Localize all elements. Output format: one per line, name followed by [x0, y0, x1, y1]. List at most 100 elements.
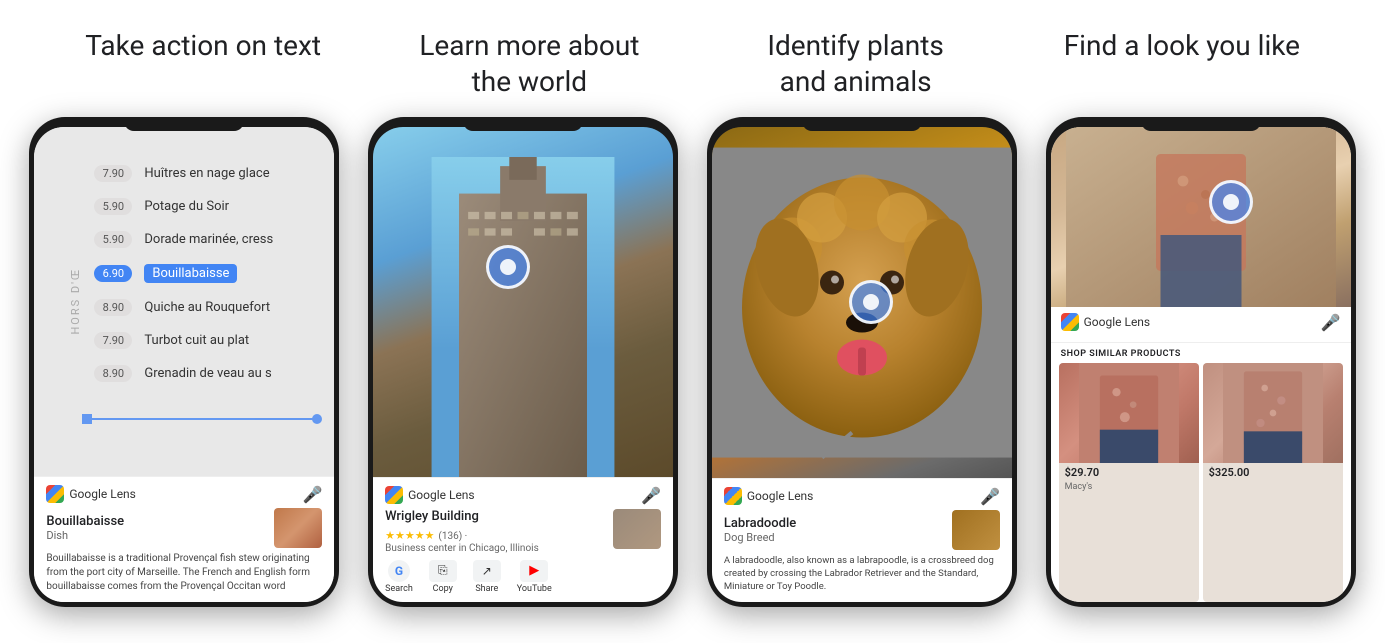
phone1-description: Bouillabaisse is a traditional Provençal…	[46, 552, 322, 594]
scan-circle-inner-4	[1223, 194, 1239, 210]
fashion-item-2-img	[1203, 363, 1343, 463]
wrigley-result: Wrigley Building ★★★★★ (136) · Business …	[385, 509, 661, 554]
phone3-dog-image	[712, 127, 1012, 478]
phone2-scan-circle	[486, 245, 530, 289]
phone3-result-img	[952, 510, 1000, 550]
phone3-scan-circle	[849, 280, 893, 324]
menu-item-7: 8.90 Grenadin de veau au s	[94, 357, 314, 390]
phone1-screen: Hors D'œ 7.90 Huîtres en nage glace 5.90…	[34, 127, 334, 602]
phone3-result-info: Labradoodle Dog Breed	[724, 516, 796, 544]
action-btn-youtube[interactable]: ▶ YouTube	[517, 560, 552, 594]
phone2-lens-bar-top: Google Lens 🎤	[385, 486, 661, 505]
selection-dot-l	[82, 414, 92, 424]
mic-icon-2[interactable]: 🎤	[641, 486, 661, 505]
fashion-item-2-svg	[1203, 363, 1343, 463]
wrigley-name: Wrigley Building	[385, 509, 605, 524]
action-btn-copy[interactable]: ⎘ Copy	[429, 560, 457, 594]
phone3-result-title: Labradoodle	[724, 516, 796, 531]
wrigley-img	[613, 509, 661, 549]
phone1-result-row: Bouillabaisse Dish	[46, 508, 322, 548]
wrigley-stars: ★★★★★	[385, 529, 434, 542]
phone4-screen: Google Lens 🎤 SHOP SIMILAR PRODUCTS	[1051, 127, 1351, 602]
wrigley-info: Wrigley Building ★★★★★ (136) · Business …	[385, 509, 605, 554]
phone3-container: Google Lens 🎤 Labradoodle Dog Breed A la…	[707, 117, 1017, 607]
wrigley-rating-count: (136) ·	[438, 531, 467, 542]
phone1-title: Take action on text	[48, 28, 358, 101]
phone3-result-sub: Dog Breed	[724, 531, 796, 544]
phone4-frame: Google Lens 🎤 SHOP SIMILAR PRODUCTS	[1046, 117, 1356, 607]
phone3-screen: Google Lens 🎤 Labradoodle Dog Breed A la…	[712, 127, 1012, 602]
google-lens-logo-1: Google Lens	[46, 485, 136, 503]
phone1-frame: Hors D'œ 7.90 Huîtres en nage glace 5.90…	[29, 117, 339, 607]
phone3-lens-bar: Google Lens 🎤 Labradoodle Dog Breed A la…	[712, 478, 1012, 602]
menu-item-6: 7.90 Turbot cuit au plat	[94, 324, 314, 357]
google-g-icon: G	[388, 560, 410, 582]
phone1-lens-bar: Google Lens 🎤 Bouillabaisse Dish Bouilla…	[34, 476, 334, 602]
mic-icon-1[interactable]: 🎤	[302, 485, 322, 504]
phone2-frame: Google Lens 🎤 Wrigley Building ★★★★★ (13…	[368, 117, 678, 607]
action-btn-share[interactable]: ↗ Share	[473, 560, 501, 594]
mic-icon-4[interactable]: 🎤	[1321, 313, 1341, 332]
action-buttons: G Search ⎘ Copy ↗ Share ▶	[385, 560, 661, 594]
fashion-top-svg	[1051, 127, 1351, 307]
phone4-container: Google Lens 🎤 SHOP SIMILAR PRODUCTS	[1046, 117, 1356, 607]
selection-dot-r	[312, 414, 322, 424]
lens-icon-4	[1061, 313, 1079, 331]
fashion-item-1-price: $29.70	[1059, 463, 1199, 482]
phone3-frame: Google Lens 🎤 Labradoodle Dog Breed A la…	[707, 117, 1017, 607]
menu-item-1: 7.90 Huîtres en nage glace	[94, 157, 314, 190]
phone1-result-sub: Dish	[46, 529, 124, 542]
fashion-item-2[interactable]: $325.00	[1203, 363, 1343, 602]
lens-icon-1	[46, 485, 64, 503]
building-silhouette	[423, 157, 623, 477]
google-lens-logo-4: Google Lens	[1061, 313, 1151, 331]
phone4-scan-circle	[1209, 180, 1253, 224]
wrigley-stars-row: ★★★★★ (136) ·	[385, 524, 605, 543]
phone2-screen: Google Lens 🎤 Wrigley Building ★★★★★ (13…	[373, 127, 673, 602]
google-lens-logo-2: Google Lens	[385, 486, 475, 504]
youtube-icon: ▶	[520, 560, 548, 582]
shop-similar-label: SHOP SIMILAR PRODUCTS	[1051, 343, 1351, 363]
phone3-result-row: Labradoodle Dog Breed	[724, 510, 1000, 550]
scan-circle-inner-3	[863, 294, 879, 310]
phone3-description: A labradoodle, also known as a labrapood…	[724, 554, 1000, 594]
menu-item-2: 5.90 Potage du Soir	[94, 190, 314, 223]
phone2-container: Google Lens 🎤 Wrigley Building ★★★★★ (13…	[368, 117, 678, 607]
phone1-result-title: Bouillabaisse	[46, 514, 124, 529]
phone3-lens-bar-top: Google Lens 🎤	[724, 487, 1000, 506]
fashion-item-1-svg	[1059, 363, 1199, 463]
phone1-lens-bar-top: Google Lens 🎤	[46, 485, 322, 504]
phone4-lens-bar: Google Lens 🎤	[1051, 307, 1351, 343]
share-icon: ↗	[473, 560, 501, 582]
phone1-result-img	[274, 508, 322, 548]
fashion-item-2-price: $325.00	[1203, 463, 1343, 482]
fashion-item-1-img	[1059, 363, 1199, 463]
phone1-container: Hors D'œ 7.90 Huîtres en nage glace 5.90…	[29, 117, 339, 607]
menu-item-5: 8.90 Quiche au Rouquefort	[94, 291, 314, 324]
fashion-product-grid: $29.70 Macy's	[1051, 363, 1351, 602]
phones-row: Hors D'œ 7.90 Huîtres en nage glace 5.90…	[0, 117, 1385, 643]
phone2-lens-bar: Google Lens 🎤 Wrigley Building ★★★★★ (13…	[373, 477, 673, 602]
google-lens-logo-3: Google Lens	[724, 487, 814, 505]
action-btn-search[interactable]: G Search	[385, 560, 413, 594]
fashion-item-1-store: Macy's	[1059, 482, 1199, 496]
copy-icon: ⎘	[429, 560, 457, 582]
phone2-building-image	[373, 127, 673, 477]
fashion-item-1[interactable]: $29.70 Macy's	[1059, 363, 1199, 602]
phone4-title: Find a look you like	[1027, 28, 1337, 101]
scan-circle-inner-2	[500, 259, 516, 275]
phone4-fashion-image	[1051, 127, 1351, 307]
mic-icon-3[interactable]: 🎤	[980, 487, 1000, 506]
menu-item-3: 5.90 Dorade marinée, cress	[94, 223, 314, 256]
phone1-result-info: Bouillabaisse Dish	[46, 514, 124, 542]
phone1-side-text: Hors D'œ	[69, 268, 82, 335]
phone1-menu-image: Hors D'œ 7.90 Huîtres en nage glace 5.90…	[34, 127, 334, 476]
lens-icon-3	[724, 487, 742, 505]
header: Take action on text Learn more aboutthe …	[0, 0, 1385, 117]
wrigley-sub: Business center in Chicago, Illinois	[385, 543, 605, 554]
fashion-item-2-store	[1203, 482, 1343, 486]
phone4-lens-bar-top: Google Lens 🎤	[1061, 313, 1341, 332]
lens-icon-2	[385, 486, 403, 504]
selection-underline	[86, 418, 318, 420]
phone2-title: Learn more aboutthe world	[374, 28, 684, 101]
